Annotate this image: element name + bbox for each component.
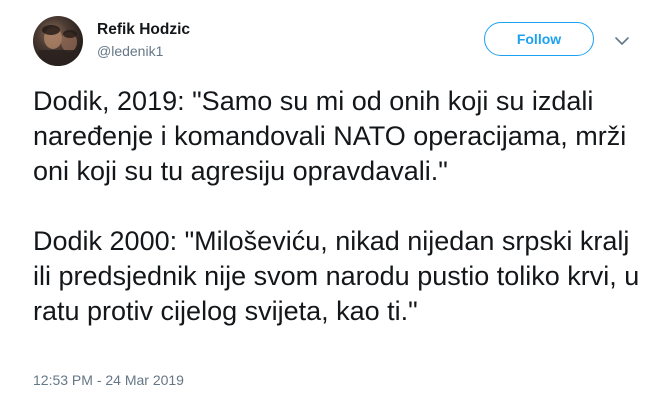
more-options-button[interactable] <box>614 34 630 46</box>
avatar-image <box>39 25 79 66</box>
author-name[interactable]: Refik Hodzic <box>97 21 190 39</box>
author-handle[interactable]: @ledenik1 <box>97 43 163 59</box>
tweet-timestamp[interactable]: 12:53 PM - 24 Mar 2019 <box>33 372 184 388</box>
tweet-card: Refik Hodzic @ledenik1 Follow Dodik, 201… <box>0 0 661 404</box>
avatar[interactable] <box>33 16 83 66</box>
tweet-paragraph: Dodik, 2019: "Samo su mi od onih koji su… <box>33 86 627 186</box>
follow-button[interactable]: Follow <box>484 22 594 56</box>
tweet-text: Dodik, 2019: "Samo su mi od onih koji su… <box>33 84 643 329</box>
chevron-down-icon <box>615 37 629 45</box>
tweet-paragraph: Dodik 2000: "Miloševiću, nikad nijedan s… <box>33 226 640 326</box>
